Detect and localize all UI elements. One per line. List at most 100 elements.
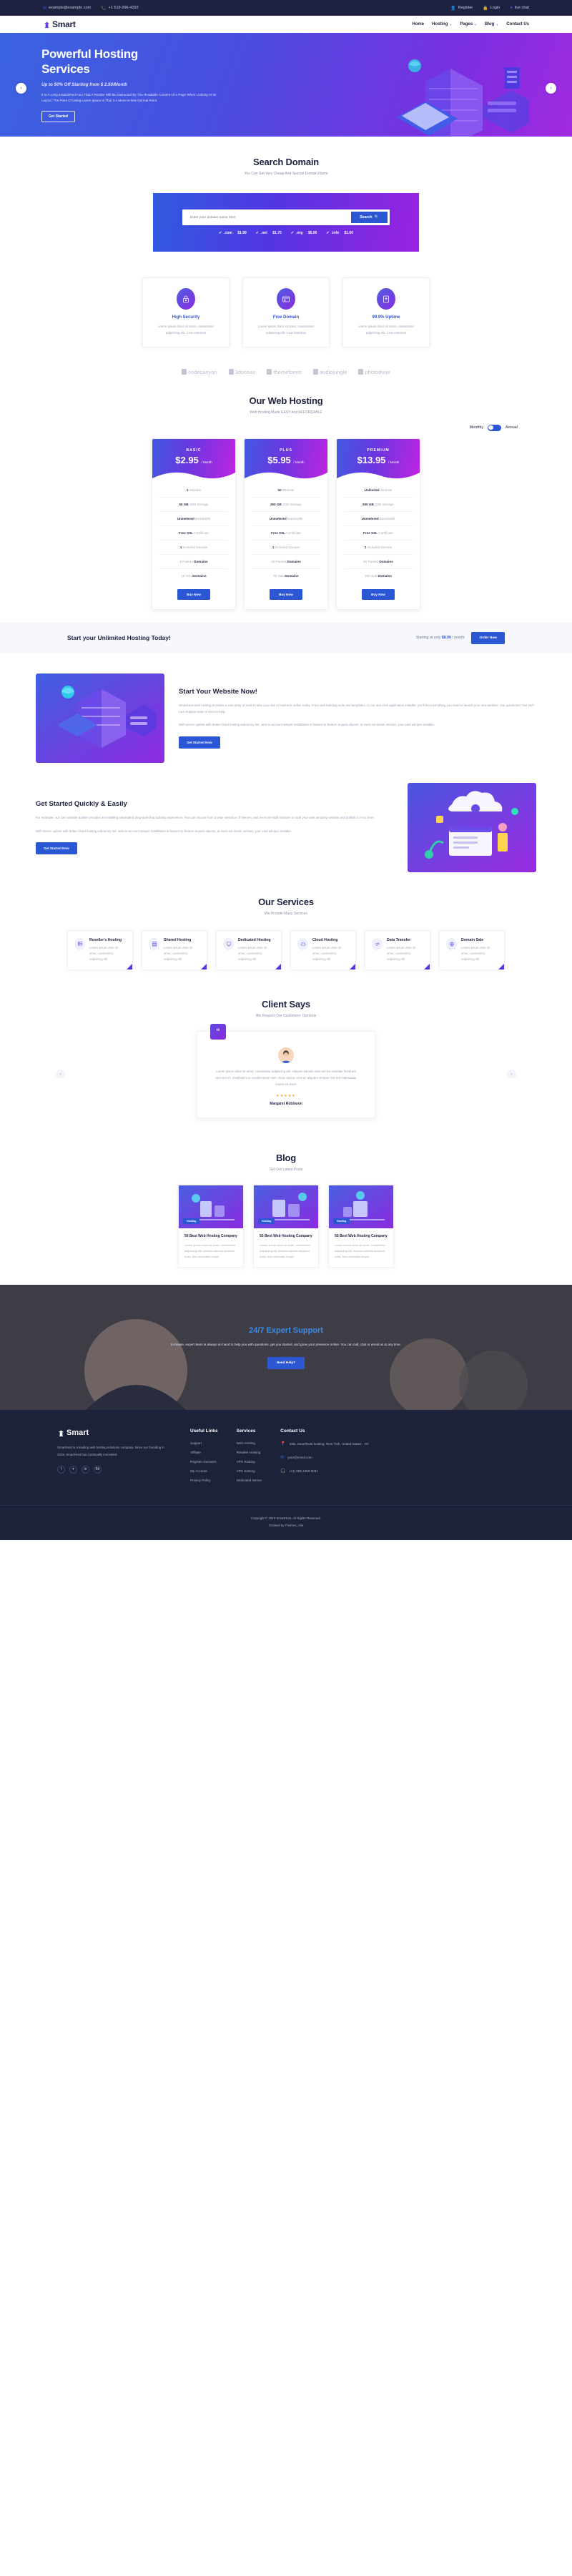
billing-period-toggle[interactable] (488, 424, 502, 431)
service-card-dedicated-hosting[interactable]: Dedicated Hosting Lorem ipsum dolor sit a… (216, 929, 282, 971)
about-text-block-2: Get Started Quickly & Easily For example… (36, 800, 393, 854)
testimonial-next-button[interactable]: › (507, 1070, 516, 1080)
service-text: Lorem ipsum dolor sit amet, consectetur … (312, 945, 342, 961)
linkedin-icon[interactable]: in (82, 1465, 89, 1474)
footer-contact-email[interactable]: ✉ your@email.com (280, 1455, 369, 1461)
footer-link-my-account[interactable]: My Account (190, 1469, 218, 1473)
footer-link-vps-hosting[interactable]: VPS Hosting (237, 1460, 262, 1464)
nav-item-home[interactable]: Home (412, 22, 424, 26)
behance-icon[interactable]: Bē (94, 1465, 102, 1474)
get-started-now-button[interactable]: Get Started Now (179, 736, 220, 749)
cta-banner: Start your Unlimited Hosting Today! Star… (0, 622, 572, 653)
search-input[interactable] (184, 215, 352, 219)
footer-link-dedicated-server[interactable]: Dedicated Server (237, 1479, 262, 1482)
browser-window-icon (277, 288, 295, 310)
get-started-now-button-2[interactable]: Get Started Now (36, 842, 77, 854)
site-logo[interactable]: Smart (43, 19, 76, 29)
footer-logo[interactable]: Smart (57, 1428, 172, 1437)
service-card-resellers-hosting[interactable]: Reseller's Hosting Lorem ipsum dolor sit … (67, 929, 133, 971)
support-text: In-house, expert team is always on hand … (170, 1343, 401, 1347)
need-help-button[interactable]: Need Help? (267, 1356, 305, 1369)
hero-prev-button[interactable]: ‹ (16, 83, 26, 94)
buy-now-button[interactable]: Buy Now (362, 588, 395, 600)
hero-get-started-button[interactable]: Get Started (41, 110, 75, 122)
logo-text: Smart (52, 19, 76, 29)
about-paragraph-2: With server uptime with better cloud hos… (36, 829, 292, 833)
footer-link-web-hosting[interactable]: Web Hosting (237, 1441, 262, 1445)
plan-feature: 50 Sub Domains (252, 569, 320, 583)
footer-link-support[interactable]: Support (190, 1441, 218, 1445)
twitter-icon[interactable]: ✈ (69, 1465, 77, 1474)
plan-feature: Unlimited Website (344, 483, 413, 498)
testimonial-prev-button[interactable]: ‹ (56, 1070, 65, 1080)
pricing-plans: BASIC $2.95 / Month 1 Website 50 GB SSD … (36, 438, 536, 610)
brand-themeforest: themeforest (267, 369, 302, 375)
feature-card-high-security: High Security Lorem ipsum dolor sit amet… (142, 277, 230, 347)
register-link[interactable]: 👤 Register (450, 6, 473, 11)
buy-now-button[interactable]: Buy Now (177, 588, 210, 600)
tld-price-list: ✔ .com $1.99 ✔ .net $1.70 ✔ .org $5.00 ✔ .in… (219, 231, 353, 235)
footer-contact-phone[interactable]: 🎧 (+2) 908 4469 9031 (280, 1469, 369, 1475)
testimonials-heading: Client Says We Respect Our Customers' Op… (0, 999, 572, 1018)
hero-subtitle: Up to 50% Off Starting from $ 2.50/Month (41, 82, 128, 87)
feat-rest: Website (379, 488, 393, 492)
nav-item-pages[interactable]: Pages ▼ (460, 22, 477, 26)
service-title: Shared Hosting (164, 937, 192, 942)
footer-link-privacy-policy[interactable]: Privacy Policy (190, 1479, 218, 1482)
service-card-domain-sale[interactable]: Domain Sale Lorem ipsum dolor sit amet, c… (439, 929, 505, 971)
about-paragraph: SmartHost web hosting provides a vast ar… (179, 703, 535, 714)
about-title: Start Your Website Now! (179, 687, 257, 696)
topbar-email[interactable]: ✉ example@example.com (43, 6, 91, 11)
isometric-server-illustration (36, 673, 164, 763)
feat-strong: Domains (287, 559, 301, 563)
service-text: Lorem ipsum dolor sit amet, consectetur … (387, 945, 416, 961)
cta-note-pre: Starting at only (415, 636, 442, 641)
plan-feature: 50 Parked Domains (344, 555, 413, 569)
blog-card[interactable]: Hosting 50 Best Web Hosting Company Lorem… (178, 1184, 244, 1268)
facebook-icon[interactable]: f (57, 1465, 65, 1474)
service-card-data-transfer[interactable]: Data Transfer Lorem ipsum dolor sit amet,… (365, 929, 430, 971)
footer-link-affiliate[interactable]: Affiliate (190, 1451, 218, 1454)
service-card-cloud-hosting[interactable]: Cloud Hosting Lorem ipsum dolor sit amet,… (290, 929, 356, 971)
feature-text: Lorem ipsum dolor sit amet, consectetur … (358, 325, 415, 335)
feat-rest: SSD Storage (373, 502, 394, 506)
footer-link-vps-hosting-2[interactable]: VPS Hosting (237, 1469, 262, 1473)
nav-item-hosting[interactable]: Hosting ▼ (432, 22, 452, 26)
billing-toggle-row: Monthly Annual (36, 424, 536, 431)
hero-text-block: Powerful Hosting Services Up to 50% Off … (36, 47, 265, 122)
footer-link-register-domains[interactable]: Register Domains (190, 1460, 218, 1464)
testimonials-section: Client Says We Respect Our Customers' Op… (0, 977, 572, 1130)
plan-card-plus: PLUS $5.95 / Month 50 Website 250 GB SSD… (244, 438, 328, 610)
feat-strong: Free SSL (363, 531, 378, 535)
order-now-button[interactable]: Order Now (471, 631, 505, 644)
support-banner: 24/7 Expert Support In-house, expert tea… (0, 1285, 572, 1411)
service-card-shared-hosting[interactable]: Shared Hosting Lorem ipsum dolor sit amet… (142, 929, 207, 971)
domain-search-panel: Search 🔍 ✔.com $1.99 ✔.net $1.70 ✔.org $… (153, 193, 419, 252)
hero-next-button[interactable]: › (546, 83, 556, 94)
blog-card[interactable]: Hosting 50 Best Web Hosting Company Lorem… (253, 1184, 319, 1268)
section-title: Our Services (258, 896, 314, 907)
login-link[interactable]: 🔒 Login (483, 6, 500, 11)
section-title: Blog (275, 1152, 297, 1163)
feat-rest: Bandwidth (378, 516, 395, 520)
feat-pre: 10 Sub (181, 573, 193, 578)
buy-now-button[interactable]: Buy Now (270, 588, 302, 600)
plan-header: PREMIUM $13.95 / Month (337, 438, 420, 484)
contact-text: your@email.com (287, 1456, 312, 1460)
blog-tag: Hosting (183, 1218, 200, 1224)
check-circle-icon: ✔ (255, 231, 259, 235)
footer-useful-links-column: Useful Links Support Affiliate Register … (190, 1428, 218, 1488)
nav-item-contact-us[interactable]: Contact Us (506, 22, 529, 26)
live-chat-link[interactable]: ● live chat (510, 6, 529, 10)
domain-search-field[interactable]: Search 🔍 (182, 209, 390, 225)
feature-card-uptime: 99.9% Uptime Lorem ipsum dolor sit amet,… (342, 277, 430, 347)
plan-features: 50 Website 250 GB SSD Storage Unmetered … (245, 483, 327, 583)
footer-link-reseller-hosting[interactable]: Reseller Hosting (237, 1451, 262, 1454)
section-subtitle: We Provide Many Services (265, 911, 307, 916)
blog-card[interactable]: Hosting 50 Best Web Hosting Company Lorem… (328, 1184, 394, 1268)
search-button[interactable]: Search 🔍 (351, 212, 388, 223)
plan-card-basic: BASIC $2.95 / Month 1 Website 50 GB SSD … (152, 438, 236, 610)
nav-item-blog[interactable]: Blog ▼ (485, 22, 498, 26)
topbar-phone[interactable]: 📞 +1 519-296-4292 (101, 6, 139, 11)
feat-strong: 250 GB (270, 502, 282, 506)
